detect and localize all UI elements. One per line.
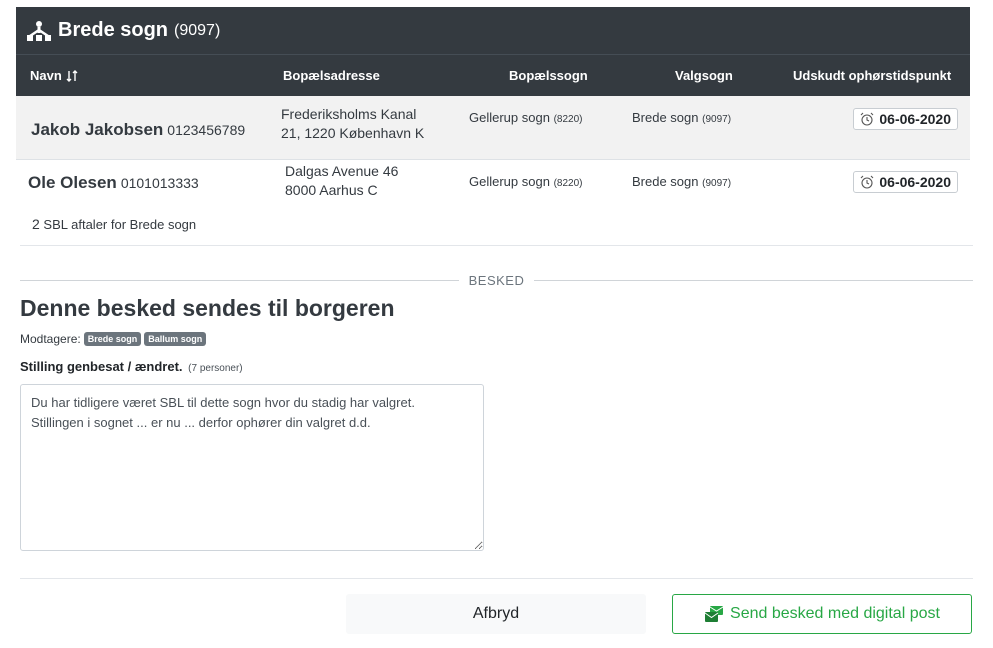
deadline-date: 06-06-2020 (879, 111, 951, 127)
residence-parish-code: (8220) (553, 114, 583, 125)
message-subject: Stilling genbesat / ændret. (7 personer) (20, 359, 243, 374)
column-name-label: Navn (30, 68, 62, 83)
divider (20, 578, 973, 579)
message-section-divider: BESKED (20, 270, 973, 290)
mail-send-icon (704, 606, 724, 622)
residence-parish-cell: Gellerup sogn (8220) (469, 174, 582, 189)
residence-parish: Gellerup sogn (469, 174, 550, 189)
column-address-header: Bopælsadresse (283, 68, 380, 83)
send-button-label: Send besked med digital post (730, 605, 940, 622)
address-cell: Dalgas Avenue 46 8000 Aarhus C (285, 162, 398, 200)
message-title: Denne besked sendes til borgeren (20, 295, 395, 321)
address-line2: 21, 1220 København K (281, 125, 425, 141)
voting-parish-code: (9097) (702, 178, 732, 189)
recipient-badge: Ballum sogn (144, 332, 207, 346)
person-cpr: 0101013333 (120, 175, 199, 191)
address-line2: 8000 Aarhus C (285, 182, 378, 198)
cancel-button[interactable]: Afbryd (346, 594, 646, 634)
person-cpr: 0123456789 (167, 122, 246, 138)
sort-icon[interactable] (66, 69, 78, 82)
message-body-textarea[interactable]: Du har tidligere været SBL til dette sog… (20, 384, 484, 551)
voting-parish-cell: Brede sogn (9097) (632, 110, 731, 125)
parish-code: (9097) (174, 21, 221, 39)
message-section-label: BESKED (468, 272, 525, 288)
table-header: Navn Bopælsadresse Bopælssogn Valgsogn U… (16, 54, 970, 96)
column-name-header[interactable]: Navn (30, 68, 78, 83)
message-subject-text: Stilling genbesat / ændret. (20, 359, 183, 374)
residence-parish-code: (8220) (553, 178, 583, 189)
table-row: Jakob Jakobsen 0123456789 Frederiksholms … (16, 96, 970, 160)
deadline-date-button[interactable]: 06-06-2020 (853, 171, 958, 193)
parish-title: Brede sogn (58, 19, 169, 41)
divider (20, 245, 973, 246)
column-deadline-header: Udskudt ophørstidspunkt (793, 68, 952, 83)
person-name-cell: Ole Olesen 0101013333 (28, 173, 199, 193)
recipients: Modtagere: Brede sogn Ballum sogn (20, 332, 207, 346)
divider-line-right (534, 279, 973, 281)
message-subject-count: (7 personer) (188, 363, 243, 374)
column-residence-parish-header: Bopælssogn (509, 68, 588, 83)
sitemap-icon (27, 20, 51, 41)
voting-parish-code: (9097) (702, 114, 732, 125)
agreement-summary-text: SBL aftaler for Brede sogn (43, 217, 197, 232)
address-cell: Frederiksholms Kanal 21, 1220 København … (281, 105, 424, 143)
residence-parish: Gellerup sogn (469, 110, 550, 125)
voting-parish: Brede sogn (632, 110, 699, 125)
parish-header: Brede sogn (9097) (16, 7, 970, 54)
agreement-summary: 2 SBL aftaler for Brede sogn (32, 216, 196, 232)
recipients-label: Modtagere: (20, 332, 81, 346)
person-name: Jakob Jakobsen (31, 120, 164, 139)
send-digital-post-button[interactable]: Send besked med digital post (672, 594, 972, 634)
recipient-badge: Brede sogn (83, 332, 142, 346)
address-line1: Dalgas Avenue 46 (285, 163, 399, 179)
person-name-cell: Jakob Jakobsen 0123456789 (31, 120, 245, 140)
deadline-date: 06-06-2020 (879, 174, 951, 190)
deadline-date-button[interactable]: 06-06-2020 (853, 108, 958, 130)
voting-parish: Brede sogn (632, 174, 699, 189)
person-name: Ole Olesen (28, 173, 117, 192)
voting-parish-cell: Brede sogn (9097) (632, 174, 731, 189)
table-row: Ole Olesen 0101013333 Dalgas Avenue 46 80… (16, 160, 970, 206)
column-voting-parish-header: Valgsogn (675, 68, 733, 83)
alarm-clock-icon (860, 175, 874, 189)
agreement-count: 2 (32, 216, 40, 232)
residence-parish-cell: Gellerup sogn (8220) (469, 110, 582, 125)
address-line1: Frederiksholms Kanal (281, 106, 417, 122)
alarm-clock-icon (860, 112, 874, 126)
divider-line-left (20, 279, 459, 281)
